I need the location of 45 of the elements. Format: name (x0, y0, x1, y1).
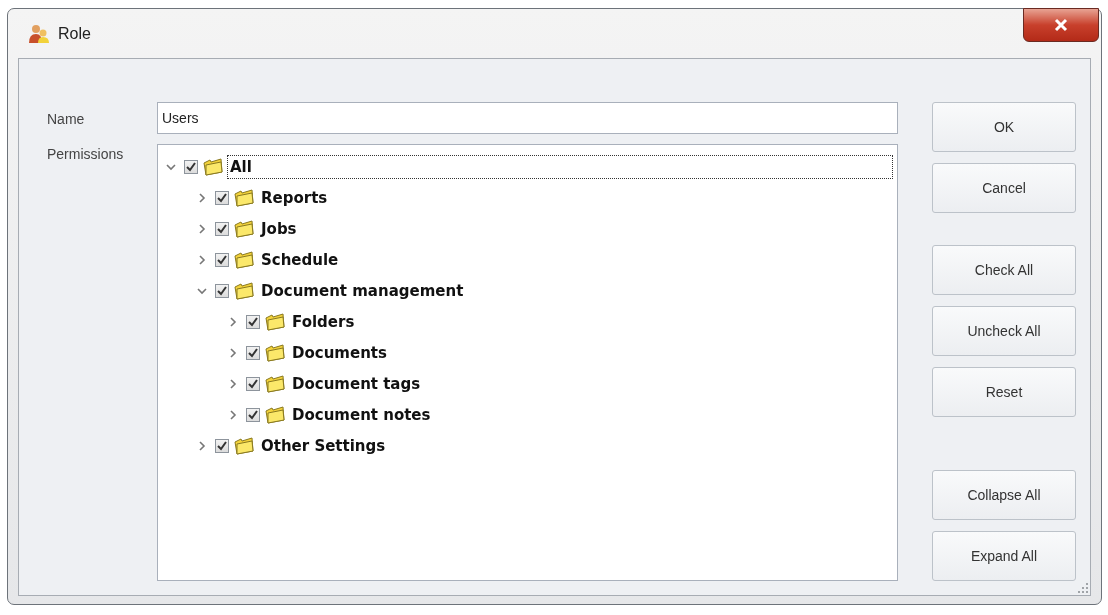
tree-item[interactable]: Folders (289, 309, 358, 334)
dialog-button[interactable]: Cancel (932, 163, 1076, 213)
dialog-button[interactable]: Collapse All (932, 470, 1076, 520)
close-icon (1053, 18, 1069, 32)
tree-item[interactable]: Jobs (258, 216, 300, 241)
tree-item[interactable]: Document notes (289, 402, 434, 427)
dialog-button[interactable]: OK (932, 102, 1076, 152)
folder-icon (233, 436, 255, 455)
folder-icon (264, 312, 286, 331)
folder-icon (264, 343, 286, 362)
dialog-button[interactable]: Check All (932, 245, 1076, 295)
folder-icon (202, 157, 224, 176)
checkbox[interactable] (246, 314, 260, 329)
close-button[interactable] (1023, 8, 1099, 42)
checkbox[interactable] (246, 407, 260, 422)
folder-icon (233, 281, 255, 300)
folder-icon (233, 250, 255, 269)
tree-item[interactable]: Documents (289, 340, 390, 365)
tree-item[interactable]: Document tags (289, 371, 424, 396)
folder-icon (264, 374, 286, 393)
resize-grip-icon[interactable] (1078, 583, 1088, 593)
checkbox[interactable] (246, 345, 260, 360)
tree-item[interactable]: All (227, 154, 893, 179)
folder-icon (233, 219, 255, 238)
dialog-button[interactable]: Uncheck All (932, 306, 1076, 356)
tree-item[interactable]: Schedule (258, 247, 342, 272)
folder-icon (233, 188, 255, 207)
tree-item[interactable]: Other Settings (258, 433, 389, 458)
checkbox[interactable] (215, 252, 229, 267)
dialog-button[interactable]: Reset (932, 367, 1076, 417)
checkbox[interactable] (184, 159, 198, 174)
field-label: Name (47, 110, 86, 129)
checkbox[interactable] (215, 283, 229, 298)
checkbox[interactable] (215, 438, 229, 453)
tree-item[interactable]: Document management (258, 278, 467, 303)
window-title: Role (58, 24, 91, 43)
checkbox[interactable] (215, 190, 229, 205)
checkbox[interactable] (215, 221, 229, 236)
name-field[interactable]: Users (157, 102, 898, 134)
tree-item[interactable]: Reports (258, 185, 331, 210)
dialog-button[interactable]: Expand All (932, 531, 1076, 581)
users-icon (28, 23, 50, 44)
checkbox[interactable] (246, 376, 260, 391)
field-label: Permissions (47, 145, 125, 164)
folder-icon (264, 405, 286, 424)
